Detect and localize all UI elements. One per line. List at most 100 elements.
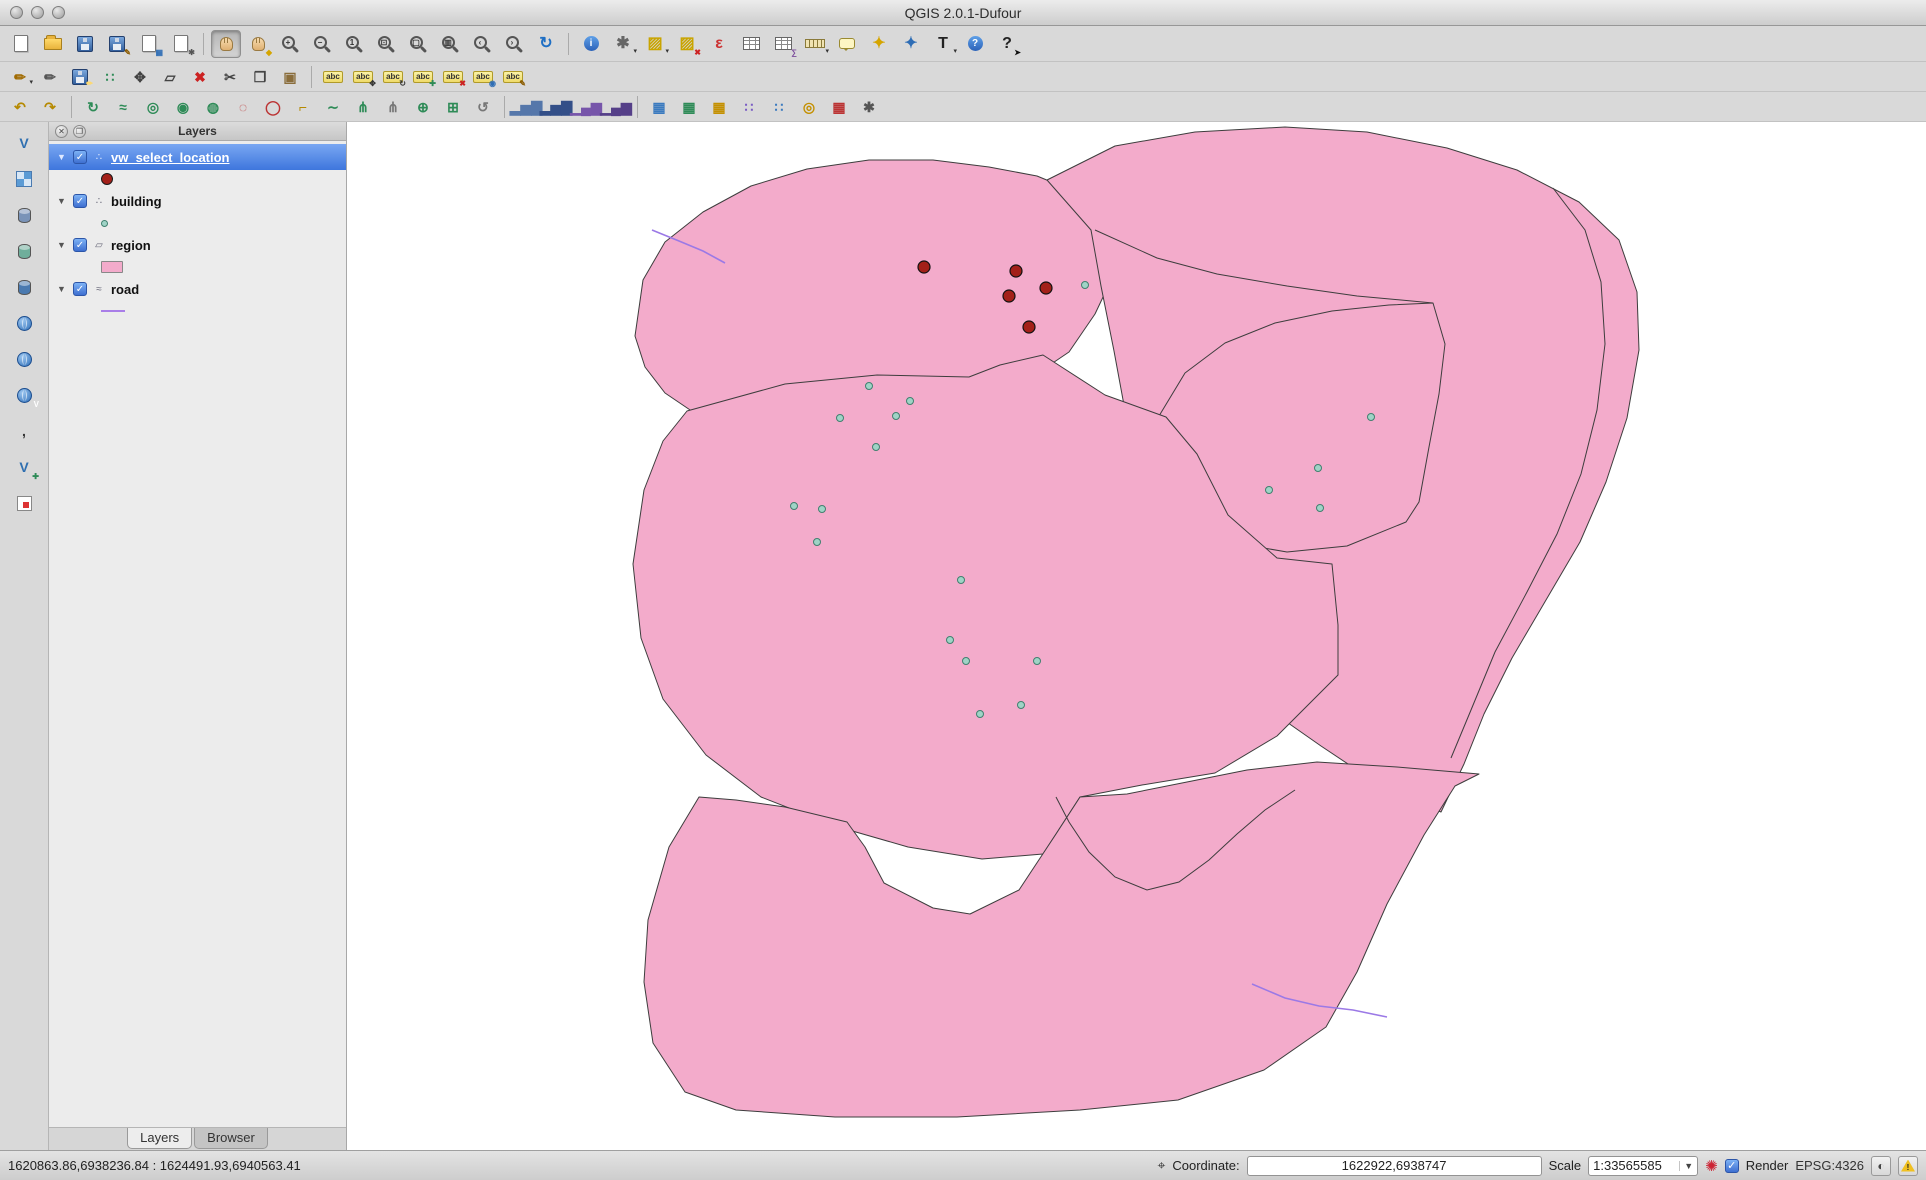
map-tips-button[interactable]	[832, 30, 862, 58]
add-postgis-layer-button[interactable]	[8, 200, 40, 230]
merge-features-button[interactable]: ⊕	[409, 94, 437, 119]
reshape-features-button[interactable]: ∼	[319, 94, 347, 119]
zoom-next-button[interactable]: ›	[499, 30, 529, 58]
histogram-stretch-full-button[interactable]: ▂▅▇	[542, 94, 570, 119]
zoom-to-layer-button[interactable]: ▥	[435, 30, 465, 58]
disclosure-triangle-icon[interactable]: ▼	[57, 284, 67, 294]
run-feature-action-button[interactable]: ✱▾	[608, 30, 638, 58]
contrast-stretch-local-button[interactable]: ▁▄▆	[572, 94, 600, 119]
add-part-button[interactable]: ◉	[169, 94, 197, 119]
new-project-button[interactable]	[6, 30, 36, 58]
redo-button[interactable]: ↷	[36, 94, 64, 119]
layer-visibility-checkbox[interactable]	[73, 150, 87, 164]
save-project-button[interactable]	[70, 30, 100, 58]
render-checkbox[interactable]	[1725, 1159, 1739, 1173]
open-field-calculator-button[interactable]: ∑	[768, 30, 798, 58]
disclosure-triangle-icon[interactable]: ▼	[57, 196, 67, 206]
identify-features-button[interactable]: i	[576, 30, 606, 58]
layer-visibility-checkbox[interactable]	[73, 282, 87, 296]
measure-line-button[interactable]: ▾	[800, 30, 830, 58]
label-show-hide-button[interactable]: abc◉	[469, 64, 497, 89]
zoom-to-selection-button[interactable]: ▢	[403, 30, 433, 58]
map-canvas[interactable]	[347, 122, 1926, 1150]
save-project-as-button[interactable]: ✎	[102, 30, 132, 58]
merge-attributes-button[interactable]: ⊞	[439, 94, 467, 119]
close-button[interactable]	[10, 6, 23, 19]
zoom-full-button[interactable]: ⊡	[371, 30, 401, 58]
layer-item-building[interactable]: ▼∴building	[49, 188, 346, 214]
split-parts-button[interactable]: ⋔	[379, 94, 407, 119]
minimize-button[interactable]	[31, 6, 44, 19]
save-layer-edits-button[interactable]: ✏	[66, 64, 94, 89]
fill-ring-button[interactable]: ◍	[199, 94, 227, 119]
show-bookmarks-button[interactable]: ✦	[896, 30, 926, 58]
layer-item-region[interactable]: ▼▱region	[49, 232, 346, 258]
disclosure-triangle-icon[interactable]: ▼	[57, 240, 67, 250]
open-attribute-table-button[interactable]	[736, 30, 766, 58]
toggle-editing-button[interactable]: ✏	[36, 64, 64, 89]
random-points-button[interactable]: ∷	[735, 94, 763, 119]
move-feature-button[interactable]: ✥	[126, 64, 154, 89]
paste-features-button[interactable]: ▣	[276, 64, 304, 89]
panel-close-button[interactable]: ✕	[55, 125, 68, 138]
layer-visibility-checkbox[interactable]	[73, 238, 87, 252]
topology-checker-button[interactable]: ▦	[825, 94, 853, 119]
stop-rendering-icon[interactable]: ✺	[1705, 1157, 1718, 1175]
layer-item-vw_select_location[interactable]: ▼∴vw_select_location	[49, 144, 346, 170]
zoom-out-button[interactable]: −	[307, 30, 337, 58]
new-spatialite-layer-button[interactable]	[8, 488, 40, 518]
composer-manager-button[interactable]: ✱	[166, 30, 196, 58]
coordinate-capture-icon[interactable]: ⌖	[1157, 1157, 1165, 1174]
rotate-feature-button[interactable]: ↻	[79, 94, 107, 119]
current-edits-button[interactable]: ✏▾	[6, 64, 34, 89]
disclosure-triangle-icon[interactable]: ▼	[57, 152, 67, 162]
add-raster-layer-button[interactable]	[8, 164, 40, 194]
select-by-location-button[interactable]: ▦	[675, 94, 703, 119]
labeling-button[interactable]: abc	[319, 64, 347, 89]
simplify-feature-button[interactable]: ≈	[109, 94, 137, 119]
zoom-in-button[interactable]: +	[275, 30, 305, 58]
messages-button[interactable]: !	[1898, 1156, 1918, 1176]
undo-button[interactable]: ↶	[6, 94, 34, 119]
select-by-expression-button[interactable]: ε	[704, 30, 734, 58]
zoom-actual-button[interactable]: 1	[339, 30, 369, 58]
add-wms-layer-button[interactable]	[8, 308, 40, 338]
copy-features-button[interactable]: ❐	[246, 64, 274, 89]
vector-grid-button[interactable]: ▦	[705, 94, 733, 119]
new-print-composer-button[interactable]: ▦	[134, 30, 164, 58]
add-wcs-layer-button[interactable]	[8, 344, 40, 374]
layer-visibility-checkbox[interactable]	[73, 194, 87, 208]
label-move-button[interactable]: abc✥	[349, 64, 377, 89]
text-annotation-button[interactable]: T▾	[928, 30, 958, 58]
panel-float-button[interactable]: ❐	[73, 125, 86, 138]
delete-part-button[interactable]: ◯	[259, 94, 287, 119]
offset-curve-button[interactable]: ⌐	[289, 94, 317, 119]
mean-coordinates-button[interactable]: ◎	[795, 94, 823, 119]
whats-this-button[interactable]: ?➤	[992, 30, 1022, 58]
label-unpin-button[interactable]: abc✖	[439, 64, 467, 89]
add-delimited-text-layer-button[interactable]: ,	[8, 416, 40, 446]
add-vector-layer-button[interactable]: V	[8, 128, 40, 158]
tab-layers[interactable]: Layers	[127, 1128, 192, 1149]
tab-browser[interactable]: Browser	[194, 1128, 268, 1149]
crs-status-button[interactable]: ◐	[1871, 1156, 1891, 1176]
zoom-button[interactable]	[52, 6, 65, 19]
new-bookmark-button[interactable]: ✦	[864, 30, 894, 58]
cut-features-button[interactable]: ✂	[216, 64, 244, 89]
add-mssql-layer-button[interactable]	[8, 272, 40, 302]
help-contents-button[interactable]: ?	[960, 30, 990, 58]
label-rotate-button[interactable]: abc↻	[379, 64, 407, 89]
delete-selected-button[interactable]: ✖	[186, 64, 214, 89]
label-properties-button[interactable]: abc✎	[499, 64, 527, 89]
contrast-stretch-full-button[interactable]: ▁▄▆	[602, 94, 630, 119]
zoom-last-button[interactable]: ‹	[467, 30, 497, 58]
open-project-button[interactable]	[38, 30, 68, 58]
histogram-stretch-local-button[interactable]: ▂▅▇	[512, 94, 540, 119]
new-shapefile-layer-button[interactable]: V✚	[8, 452, 40, 482]
refresh-map-button[interactable]: ↻	[531, 30, 561, 58]
node-tool-button[interactable]: ▱	[156, 64, 184, 89]
scale-combo[interactable]: 1:33565585 ▼	[1588, 1156, 1698, 1176]
layer-item-road[interactable]: ▼≈road	[49, 276, 346, 302]
add-ring-button[interactable]: ◎	[139, 94, 167, 119]
add-feature-button[interactable]: ∷	[96, 64, 124, 89]
